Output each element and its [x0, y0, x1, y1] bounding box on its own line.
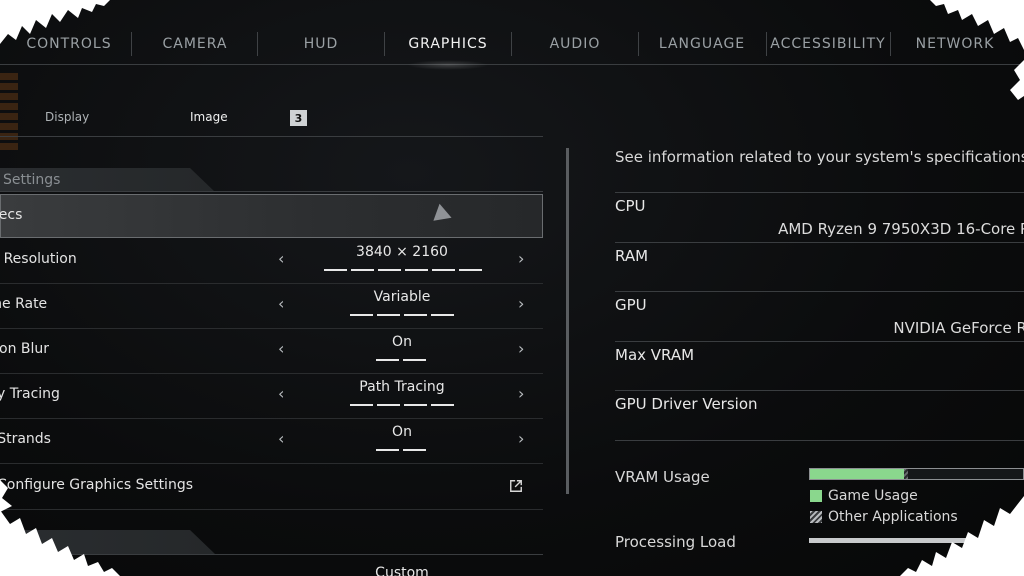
tab-network[interactable]: NETWORK — [893, 26, 1017, 62]
spec-key: RAM — [615, 247, 649, 265]
spec-key: GPU — [615, 296, 647, 314]
section-header — [0, 530, 215, 554]
processing-load-bar — [809, 538, 1024, 543]
tab-divider — [384, 32, 385, 56]
row-ray-tracing[interactable]: Ray Tracing ‹ Path Tracing › — [0, 374, 543, 419]
row-frame-rate[interactable]: Frame Rate ‹ Variable › — [0, 284, 543, 329]
chevron-right-icon[interactable]: › — [518, 294, 524, 313]
tab-divider — [766, 32, 767, 56]
legend-other-apps: Other Applications — [810, 509, 958, 525]
row-screen-resolution[interactable]: Screen Resolution ‹ 3840 × 2160 › — [0, 239, 543, 284]
scrollbar[interactable] — [566, 148, 569, 494]
chevron-left-icon[interactable]: ‹ — [278, 339, 284, 358]
subtab-badge[interactable]: 3 — [290, 110, 307, 126]
chevron-right-icon[interactable]: › — [518, 384, 524, 403]
vram-game-fill — [810, 469, 904, 479]
chevron-left-icon[interactable]: ‹ — [278, 429, 284, 448]
row-motion-blur[interactable]: Motion Blur ‹ On › — [0, 329, 543, 374]
spec-divider — [615, 440, 1024, 441]
chevron-left-icon[interactable]: ‹ — [278, 384, 284, 403]
row-label: Specs — [0, 207, 23, 223]
chevron-left-icon[interactable]: ‹ — [278, 294, 284, 313]
top-nav: CONTROLS CAMERA HUD GRAPHICS AUDIO LANGU… — [0, 26, 1024, 70]
spec-gpu-driver: GPU Driver Version — [615, 390, 1024, 440]
value-segments — [376, 359, 426, 361]
value-segments — [350, 404, 454, 406]
tab-accessibility[interactable]: ACCESSIBILITY — [768, 26, 888, 62]
system-info-heading: See information related to your system's… — [615, 148, 1024, 166]
tab-language[interactable]: LANGUAGE — [640, 26, 764, 62]
spec-key: Max VRAM — [615, 346, 695, 364]
spec-ram: RAM 3 — [615, 242, 1024, 292]
legend-label: Game Usage — [828, 488, 918, 504]
legend-label: Other Applications — [828, 509, 958, 525]
subtab-image[interactable]: Image — [190, 110, 228, 124]
chevron-right-icon[interactable]: › — [518, 429, 524, 448]
value-segments — [350, 314, 454, 316]
spec-max-vram: Max VRAM 3 — [615, 341, 1024, 391]
value-segments — [324, 269, 482, 271]
row-label: Hair Strands — [0, 431, 51, 447]
green-swatch-icon — [810, 490, 822, 502]
spec-cpu: CPU AMD Ryzen 9 7950X3D 16-Core Pr — [615, 192, 1024, 242]
vram-other-fill — [903, 469, 908, 479]
row-value: Custom — [375, 565, 429, 576]
row-value: 3840 × 2160 — [356, 244, 448, 260]
processing-load-label: Processing Load — [615, 533, 736, 551]
row-value: Variable — [373, 289, 431, 305]
spec-value: AMD Ryzen 9 7950X3D 16-Core Pr — [778, 220, 1024, 238]
subtab-display[interactable]: Display — [45, 110, 89, 124]
settings-screen: CONTROLS CAMERA HUD GRAPHICS AUDIO LANGU… — [0, 0, 1024, 576]
spec-key: CPU — [615, 197, 646, 215]
external-link-icon[interactable] — [509, 479, 523, 493]
row-value: On — [392, 424, 412, 440]
section-divider — [0, 554, 543, 555]
legend-game-usage: Game Usage — [810, 488, 918, 504]
tab-divider — [257, 32, 258, 56]
section-header: Settings — [0, 168, 215, 192]
tab-camera[interactable]: CAMERA — [135, 26, 255, 62]
tab-controls[interactable]: CONTROLS — [10, 26, 128, 62]
spec-key: GPU Driver Version — [615, 395, 758, 413]
tab-divider — [511, 32, 512, 56]
sub-tabs: Display Image 3 — [0, 100, 543, 137]
row-specs[interactable]: Specs — [0, 194, 543, 238]
chevron-right-icon[interactable]: › — [518, 249, 524, 268]
row-hair-strands[interactable]: Hair Strands ‹ On › — [0, 419, 543, 464]
tab-graphics[interactable]: GRAPHICS — [387, 26, 509, 70]
row-label: Motion Blur — [0, 341, 50, 357]
spec-value: NVIDIA GeForce RT — [893, 319, 1024, 337]
row-configure-graphics[interactable]: Configure Graphics Settings — [0, 465, 543, 510]
hatched-swatch-icon — [810, 511, 822, 523]
tab-hud[interactable]: HUD — [260, 26, 382, 62]
row-label: Ray Tracing — [0, 386, 60, 402]
chevron-left-icon[interactable]: ‹ — [278, 249, 284, 268]
row-value: Path Tracing — [359, 379, 445, 395]
value-segments — [376, 449, 426, 451]
vram-usage-label: VRAM Usage — [615, 468, 710, 486]
row-label: Screen Resolution — [0, 251, 77, 267]
row-value: On — [392, 334, 412, 350]
vram-usage-bar — [809, 468, 1024, 480]
tab-divider — [890, 32, 891, 56]
tab-audio[interactable]: AUDIO — [514, 26, 636, 62]
tab-divider — [131, 32, 132, 56]
chevron-right-icon[interactable]: › — [518, 339, 524, 358]
tab-divider — [638, 32, 639, 56]
row-label: Frame Rate — [0, 296, 48, 312]
section-divider — [0, 191, 543, 192]
spec-gpu: GPU NVIDIA GeForce RT — [615, 291, 1024, 341]
row-label: Configure Graphics Settings — [0, 477, 193, 493]
